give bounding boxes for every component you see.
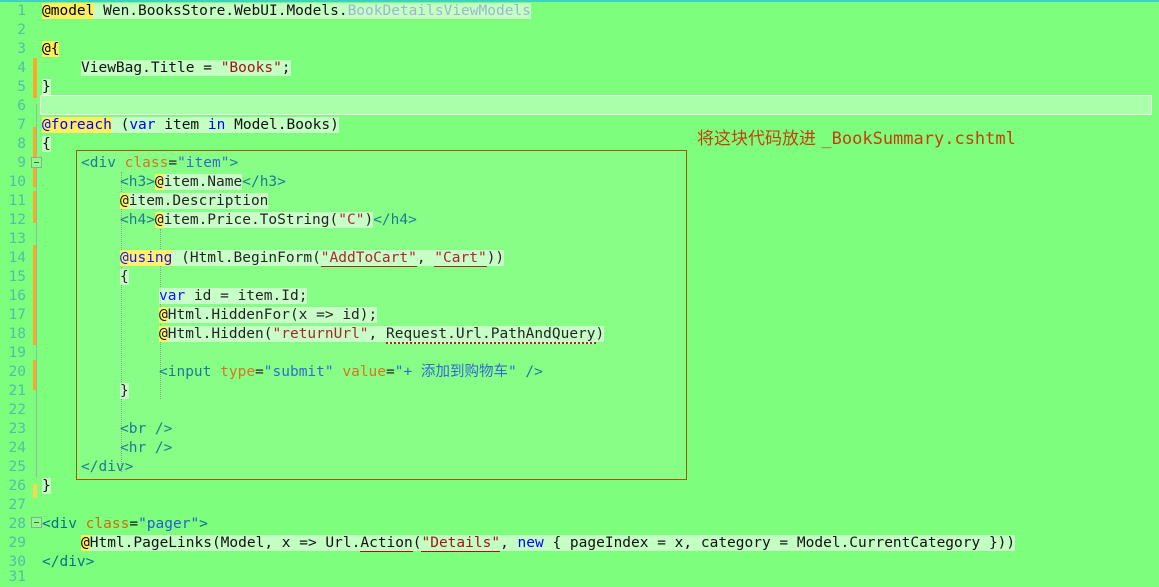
type-name: BookDetailsViewModels: [347, 3, 531, 19]
outline-connector: [36, 168, 37, 478]
keyword-new: new: [517, 535, 544, 551]
code-line-5[interactable]: }: [42, 78, 51, 97]
code-line-30[interactable]: </div>: [42, 553, 94, 572]
closing-brace: }: [42, 478, 51, 494]
outline-connector: [36, 104, 37, 154]
razor-at: @: [81, 535, 90, 551]
line-number: 18: [8, 326, 26, 342]
code-line-8[interactable]: {: [42, 135, 51, 154]
keyword-in: in: [207, 117, 226, 133]
html-attribute-class: class: [85, 516, 130, 532]
keyword-var: var: [129, 117, 156, 133]
semicolon: ;: [281, 60, 291, 76]
equals: =: [129, 516, 139, 532]
line-number: 7: [17, 117, 26, 133]
line-number: 19: [8, 345, 26, 361]
line-number: 9: [17, 155, 26, 171]
line-number: 17: [8, 307, 26, 323]
annotation-note-cjk: 将这块代码放进: [697, 129, 822, 149]
line-number: 20: [8, 364, 26, 380]
line-number: 5: [17, 79, 26, 95]
string-literal-details: "Details": [421, 535, 501, 552]
code-line-3[interactable]: @{: [42, 40, 60, 59]
line-number: 2: [17, 22, 26, 38]
identifier: item: [155, 117, 208, 133]
angle-open: <: [42, 516, 51, 532]
change-marker-bar: [33, 58, 37, 98]
razor-directive: @model: [42, 3, 95, 19]
attribute-value-pager: "pager": [138, 516, 200, 532]
helper-call: Html.PageLinks(Model, x => Url.: [89, 535, 361, 551]
editor-screenshot: 1 2 3 4 5 6 7 8 9 10 11 12 13 14 15 16 1…: [0, 0, 1159, 585]
code-line-4[interactable]: ViewBag.Title = "Books";: [81, 59, 291, 78]
razor-foreach-keyword: @foreach: [42, 117, 112, 133]
collapse-toggle-icon[interactable]: [31, 157, 42, 168]
code-line-29[interactable]: @Html.PageLinks(Model, x => Url.Action("…: [81, 534, 1016, 553]
code-line-26[interactable]: }: [42, 477, 51, 496]
line-number: 21: [8, 383, 26, 399]
line-number: 10: [8, 174, 26, 190]
expression: ViewBag.Title =: [81, 60, 221, 76]
line-number: 26: [8, 478, 26, 494]
line-number: 8: [17, 136, 26, 152]
anonymous-object: { pageIndex = x, category = Model.Curren…: [543, 535, 1016, 551]
current-line-highlight: [40, 95, 1152, 115]
line-number: 6: [17, 98, 26, 114]
line-number: 14: [8, 250, 26, 266]
collapse-toggle-icon[interactable]: [31, 517, 42, 528]
html-tag-div-close: </div>: [42, 554, 95, 570]
line-number: 23: [8, 421, 26, 437]
line-number: 4: [17, 60, 26, 76]
string-literal: "Books": [220, 60, 282, 76]
code-line-28[interactable]: <div class="pager">: [42, 515, 208, 534]
line-number: 24: [8, 440, 26, 456]
line-number: 31: [8, 569, 26, 585]
line-number: 15: [8, 269, 26, 285]
line-number: 12: [8, 212, 26, 228]
line-number-gutter: 1 2 3 4 5 6 7 8 9 10 11 12 13 14 15 16 1…: [0, 0, 30, 585]
opening-brace: {: [42, 136, 51, 152]
annotation-note: 将这块代码放进 _BookSummary.cshtml: [697, 124, 1016, 149]
line-number: 28: [8, 516, 26, 532]
namespace-text: Wen.BooksStore.WebUI.Models.: [94, 3, 348, 19]
paren-open: (: [111, 117, 130, 133]
line-number: 16: [8, 288, 26, 304]
line-number: 3: [17, 41, 26, 57]
comma: ,: [500, 535, 518, 551]
angle-close: >: [199, 516, 208, 532]
annotation-note-filename: _BookSummary.cshtml: [821, 129, 1016, 149]
razor-code-block-open: @{: [42, 41, 60, 57]
line-number: 25: [8, 459, 26, 475]
html-tag-div: div: [50, 516, 77, 532]
code-line-7[interactable]: @foreach (var item in Model.Books): [42, 116, 339, 135]
code-line-1[interactable]: @model Wen.BooksStore.WebUI.Models.BookD…: [42, 2, 531, 21]
line-number: 1: [17, 3, 26, 19]
line-number: 22: [8, 402, 26, 418]
method-action-underlined: Action: [360, 535, 413, 552]
collection-expression: Model.Books): [225, 117, 339, 133]
line-number: 27: [8, 497, 26, 513]
line-number: 13: [8, 231, 26, 247]
annotation-rectangle: [76, 150, 687, 480]
line-number: 11: [8, 193, 26, 209]
change-marker-bar-saved: [33, 484, 37, 498]
closing-brace: }: [42, 79, 51, 95]
line-number: 29: [8, 535, 26, 551]
code-editor-surface[interactable]: 1 2 3 4 5 6 7 8 9 10 11 12 13 14 15 16 1…: [0, 0, 1159, 585]
